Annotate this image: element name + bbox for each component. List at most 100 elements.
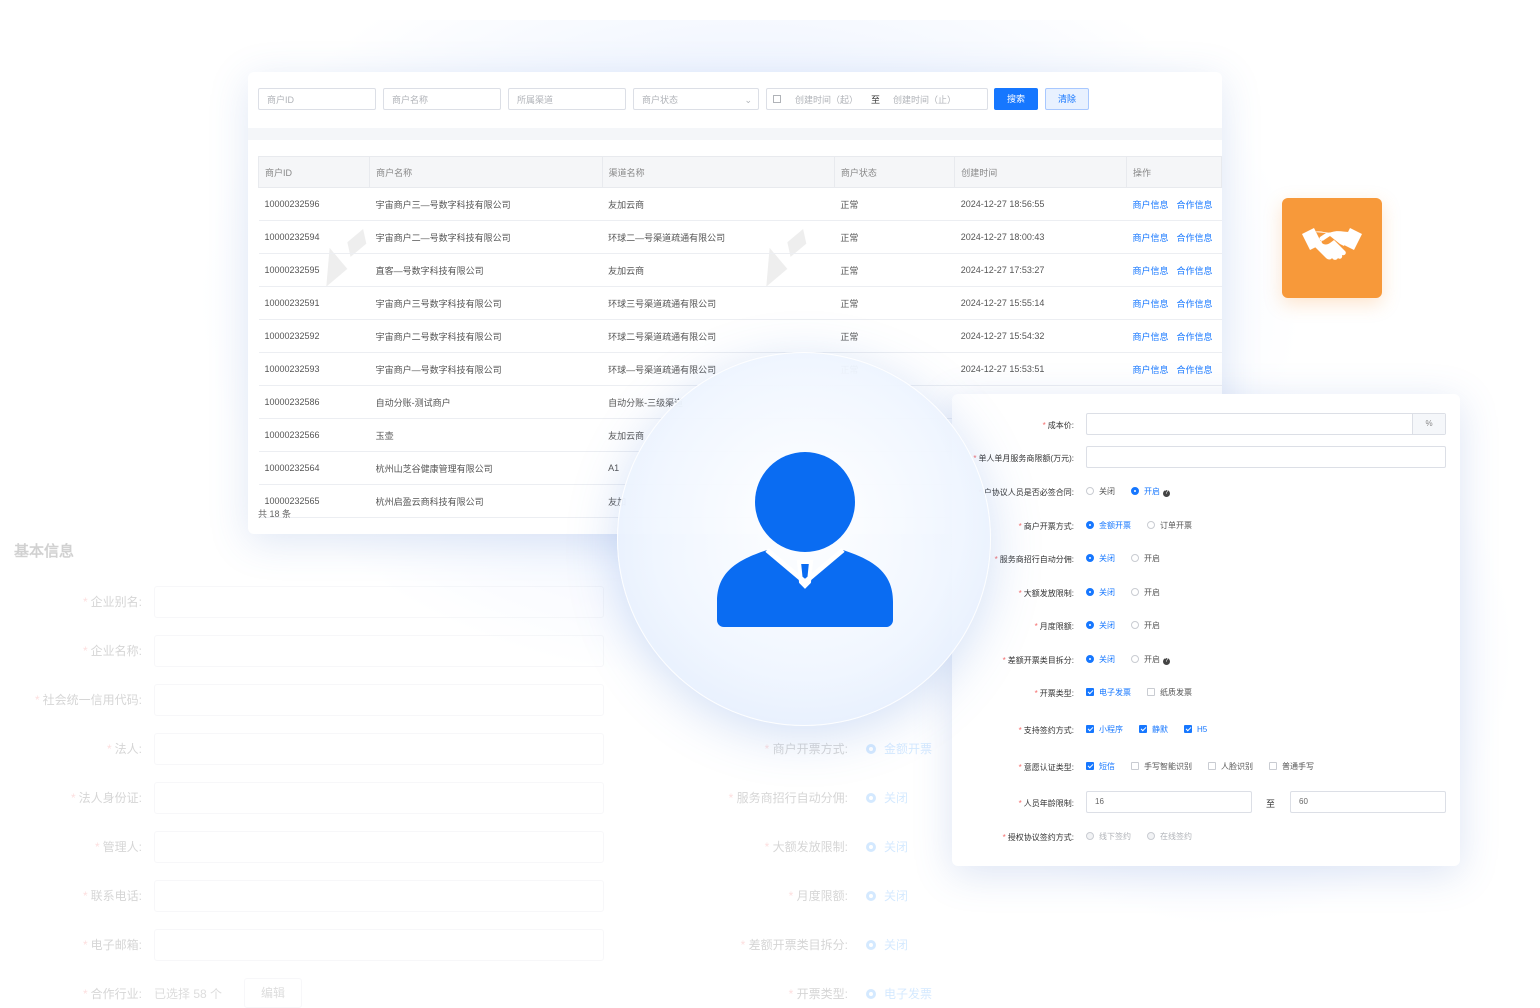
cell-id: 10000232595	[258, 253, 370, 287]
radio-option[interactable]: 关闭	[1086, 620, 1115, 631]
radio-control[interactable]	[1086, 655, 1094, 663]
radio-control[interactable]	[1131, 487, 1139, 495]
coop-info-link[interactable]: 合作信息	[1176, 200, 1212, 210]
coop-info-link[interactable]: 合作信息	[1176, 233, 1212, 243]
bg-field-input[interactable]	[154, 929, 604, 961]
check-option[interactable]: 小程序	[1086, 724, 1123, 735]
bg-field-input[interactable]	[154, 684, 604, 716]
radio-option[interactable]: 在线签约	[1147, 831, 1192, 842]
merchant-info-link[interactable]: 商户信息	[1132, 332, 1168, 342]
bg-field-input[interactable]	[154, 586, 604, 618]
search-button[interactable]: 搜索	[994, 88, 1038, 110]
radio-option[interactable]: 关闭	[1086, 553, 1115, 564]
radio-control[interactable]	[1086, 832, 1094, 840]
check-control[interactable]	[1086, 688, 1094, 696]
check-control[interactable]	[1086, 725, 1094, 733]
cell-created: 2024-12-27 15:55:14	[954, 286, 1127, 320]
industry-selected: 已选择 58 个	[154, 985, 222, 1002]
required-mark: *	[1034, 689, 1038, 698]
radio-control[interactable]	[1086, 487, 1094, 495]
radio-control[interactable]	[1086, 588, 1094, 596]
cost-price-row: * 成本价:%	[952, 413, 1460, 437]
check-option[interactable]: 手写智能识别	[1131, 761, 1192, 772]
field-label: *户协议人员是否必签合同:	[979, 487, 1074, 498]
merchant-info-link[interactable]: 商户信息	[1132, 266, 1168, 276]
bg-field-input[interactable]	[154, 782, 604, 814]
age-min-input[interactable]: 16	[1086, 791, 1252, 813]
radio-option[interactable]: 开启?	[1131, 486, 1170, 497]
check-option[interactable]: 电子发票	[1086, 687, 1131, 698]
radio-control[interactable]	[1147, 832, 1155, 840]
cost-price-input[interactable]: %	[1086, 413, 1446, 435]
coop-info-link[interactable]: 合作信息	[1176, 266, 1212, 276]
bg-field-input[interactable]	[154, 880, 604, 912]
field-label-text: 授权协议签约方式:	[1007, 833, 1074, 842]
check-option[interactable]: 短信	[1086, 761, 1115, 772]
required-mark: *	[82, 938, 88, 952]
radio-option[interactable]: 金额开票	[1086, 520, 1131, 531]
coop-info-link[interactable]: 合作信息	[1176, 365, 1212, 375]
merchant-info-link[interactable]: 商户信息	[1132, 365, 1168, 375]
required-mark: *	[788, 889, 797, 903]
industry-edit-button[interactable]: 编辑	[244, 978, 302, 1008]
bg-field-input[interactable]	[154, 733, 604, 765]
date-range-picker[interactable]: 创建时间（起） 至 创建时间（止）	[766, 88, 988, 110]
clear-button[interactable]: 清除	[1045, 88, 1089, 110]
option-group: 短信 手写智能识别 人脸识别 普通手写	[1086, 761, 1330, 772]
radio-option[interactable]: 开启	[1131, 620, 1160, 631]
check-option[interactable]: 纸质发票	[1147, 687, 1192, 698]
check-control[interactable]	[1086, 762, 1094, 770]
status-select[interactable]: 商户状态 ⌄	[633, 88, 759, 110]
check-option[interactable]: 静默	[1139, 724, 1168, 735]
check-control[interactable]	[1131, 762, 1139, 770]
radio-option[interactable]: 开启?	[1131, 654, 1170, 665]
radio-option[interactable]: 关闭	[1086, 587, 1115, 598]
coop-info-link[interactable]: 合作信息	[1176, 299, 1212, 309]
radio-option[interactable]: 线下签约	[1086, 831, 1131, 842]
radio-option[interactable]: 开启	[1131, 553, 1160, 564]
merchant-id-input[interactable]: 商户ID	[258, 88, 376, 110]
check-control[interactable]	[1269, 762, 1277, 770]
age-max-input[interactable]: 60	[1290, 791, 1446, 813]
check-option[interactable]: 普通手写	[1269, 761, 1314, 772]
radio-control[interactable]	[1147, 521, 1155, 529]
check-control[interactable]	[1139, 725, 1147, 733]
radio-control[interactable]	[1131, 554, 1139, 562]
field-label-text: 月度限额:	[1039, 622, 1074, 631]
radio-control[interactable]	[1131, 621, 1139, 629]
radio-option[interactable]: 开启	[1131, 587, 1160, 598]
auth-sign-row: * 授权协议签约方式: 线下签约 在线签约	[952, 825, 1460, 849]
merchant-info-link[interactable]: 商户信息	[1132, 200, 1168, 210]
radio-option[interactable]: 关闭	[1086, 486, 1115, 497]
check-control[interactable]	[1184, 725, 1192, 733]
radio-control[interactable]	[1131, 588, 1139, 596]
bg-right-value-text: 关闭	[884, 889, 909, 903]
bg-right-value-text: 关闭	[884, 791, 909, 805]
check-option[interactable]: 人脸识别	[1208, 761, 1253, 772]
field-label-text: 开票类型:	[1039, 689, 1074, 698]
radio-control[interactable]	[1086, 521, 1094, 529]
column-header: 商户ID	[257, 156, 371, 188]
radio-control[interactable]	[1086, 554, 1094, 562]
monthly-limit-input[interactable]	[1086, 446, 1446, 468]
cell-id: 10000232586	[258, 385, 370, 419]
coop-info-link[interactable]: 合作信息	[1176, 332, 1212, 342]
check-control[interactable]	[1147, 688, 1155, 696]
check-option[interactable]: H5	[1184, 725, 1207, 734]
check-control[interactable]	[1208, 762, 1216, 770]
radio-control[interactable]	[1131, 655, 1139, 663]
merchant-name-input[interactable]: 商户名称	[383, 88, 501, 110]
help-icon: ?	[1163, 658, 1170, 665]
field-label: * 大额发放限制:	[1019, 588, 1074, 599]
radio-control[interactable]	[1086, 621, 1094, 629]
merchant-info-link[interactable]: 商户信息	[1132, 299, 1168, 309]
option-label: 金额开票	[1099, 521, 1131, 530]
bg-field-label-text: 企业名称:	[90, 644, 142, 658]
radio-option[interactable]: 订单开票	[1147, 520, 1192, 531]
bg-right-label-text: 月度限额:	[796, 889, 848, 903]
bg-field-input[interactable]	[154, 635, 604, 667]
channel-input[interactable]: 所属渠道	[508, 88, 626, 110]
radio-option[interactable]: 关闭	[1086, 654, 1115, 665]
merchant-info-link[interactable]: 商户信息	[1132, 233, 1168, 243]
bg-field-input[interactable]	[154, 831, 604, 863]
